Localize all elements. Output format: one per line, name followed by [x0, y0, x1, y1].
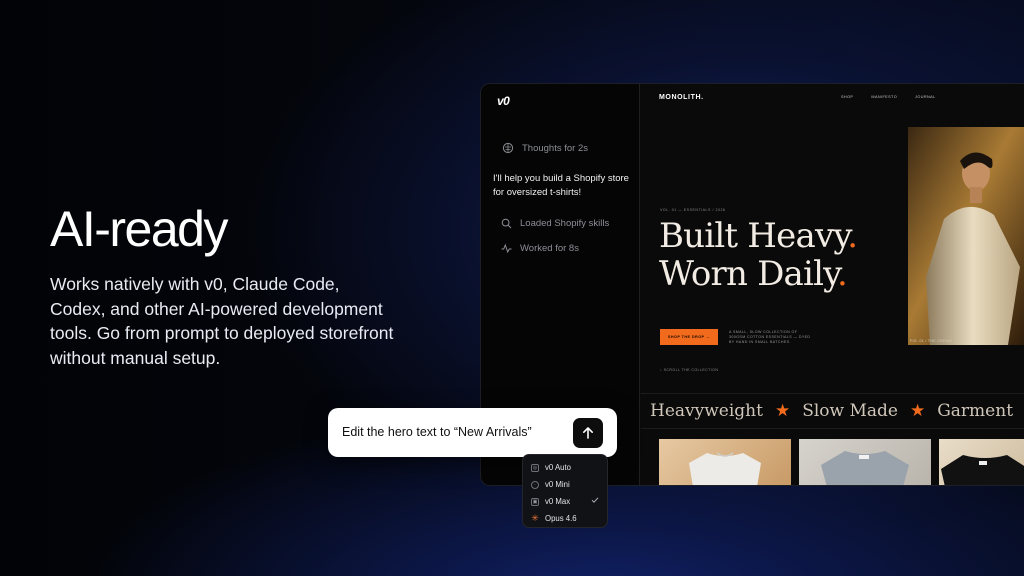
activity-icon [500, 242, 512, 254]
thought-label: Thoughts for 2s [522, 142, 589, 154]
site-headline: Built Heavy. Worn Daily. [659, 216, 858, 294]
model-label: v0 Auto [545, 463, 572, 472]
hero-description: Works natively with v0, Claude Code, Cod… [50, 274, 394, 368]
site-nav: MONOLITH. SHOP MANIFESTO JOURNAL [659, 89, 1024, 105]
step-row[interactable]: Loaded Shopify skills [500, 217, 609, 229]
step-row[interactable]: Worked for 8s [500, 242, 579, 254]
prompt-text[interactable]: Edit the hero text to “New Arrivals” [342, 425, 532, 439]
search-icon [500, 217, 512, 229]
v0-logo: v0 [497, 94, 510, 108]
site-nav-links: SHOP MANIFESTO JOURNAL [841, 95, 936, 99]
marquee-item: Garment [937, 401, 1014, 421]
product-card[interactable] [939, 439, 1024, 485]
marquee: Heavyweight ★ Slow Made ★ Garment [641, 393, 1024, 429]
site-preview: MONOLITH. SHOP MANIFESTO JOURNAL VOL. 01… [641, 84, 1024, 485]
model-label: Opus 4.6 [545, 514, 577, 523]
scroll-hint[interactable]: ↓ SCROLL THE COLLECTION [660, 368, 718, 372]
headline-line-1: Built Heavy [659, 216, 848, 256]
model-option-mini[interactable]: · v0 Mini [523, 476, 607, 493]
photo-caption: FIG. 01 / THE CREAM [910, 339, 952, 343]
site-brand[interactable]: MONOLITH. [659, 94, 704, 101]
cta-description: A SMALL, SLOW COLLECTION OF 300GSM COTTO… [729, 330, 811, 344]
headline-dot: . [837, 254, 848, 294]
auto-icon: ◎ [531, 463, 539, 472]
model-label: v0 Max [545, 497, 571, 506]
brain-icon [502, 142, 514, 154]
model-label: v0 Mini [545, 480, 570, 489]
model-option-max[interactable]: ▣ v0 Max [523, 493, 607, 510]
tshirt-image [941, 455, 1024, 485]
step-label: Worked for 8s [520, 242, 579, 254]
model-photo [908, 127, 1024, 345]
model-option-auto[interactable]: ◎ v0 Auto [523, 459, 607, 476]
check-icon [591, 497, 599, 503]
hero-title: AI-ready [50, 201, 228, 257]
nav-link-journal[interactable]: JOURNAL [915, 95, 936, 99]
headline-line-2: Worn Daily [659, 254, 838, 294]
send-button[interactable] [573, 418, 603, 448]
headline-dot: . [847, 216, 858, 256]
tshirt-image [821, 451, 909, 485]
arrow-up-icon [583, 427, 593, 439]
claude-burst-icon: ✳ [531, 513, 539, 523]
marquee-item: Slow Made [802, 401, 898, 421]
max-icon: ▣ [531, 497, 539, 506]
model-dropdown: ◎ v0 Auto · v0 Mini ▣ v0 Max ✳ Opus 4.6 [522, 454, 608, 528]
shop-drop-button[interactable]: SHOP THE DROP → [660, 329, 718, 345]
assistant-message: I'll help you build a Shopify store for … [493, 173, 629, 198]
star-icon: ★ [774, 401, 791, 421]
prompt-input[interactable]: Edit the hero text to “New Arrivals” [328, 408, 617, 457]
hero-eyebrow: VOL. 01 — ESSENTIALS / 2026 [660, 208, 726, 212]
model-option-opus[interactable]: ✳ Opus 4.6 [523, 510, 607, 527]
marquee-item: Heavyweight [650, 401, 763, 421]
mini-icon: · [531, 480, 539, 489]
star-icon: ★ [909, 401, 926, 421]
nav-link-manifesto[interactable]: MANIFESTO [871, 95, 897, 99]
thought-row[interactable]: Thoughts for 2s [502, 142, 588, 154]
product-card[interactable] [799, 439, 931, 485]
step-label: Loaded Shopify skills [520, 217, 610, 229]
product-card[interactable] [659, 439, 791, 485]
tshirt-image [689, 452, 761, 485]
hero-photo [908, 127, 1024, 345]
nav-link-shop[interactable]: SHOP [841, 95, 853, 99]
